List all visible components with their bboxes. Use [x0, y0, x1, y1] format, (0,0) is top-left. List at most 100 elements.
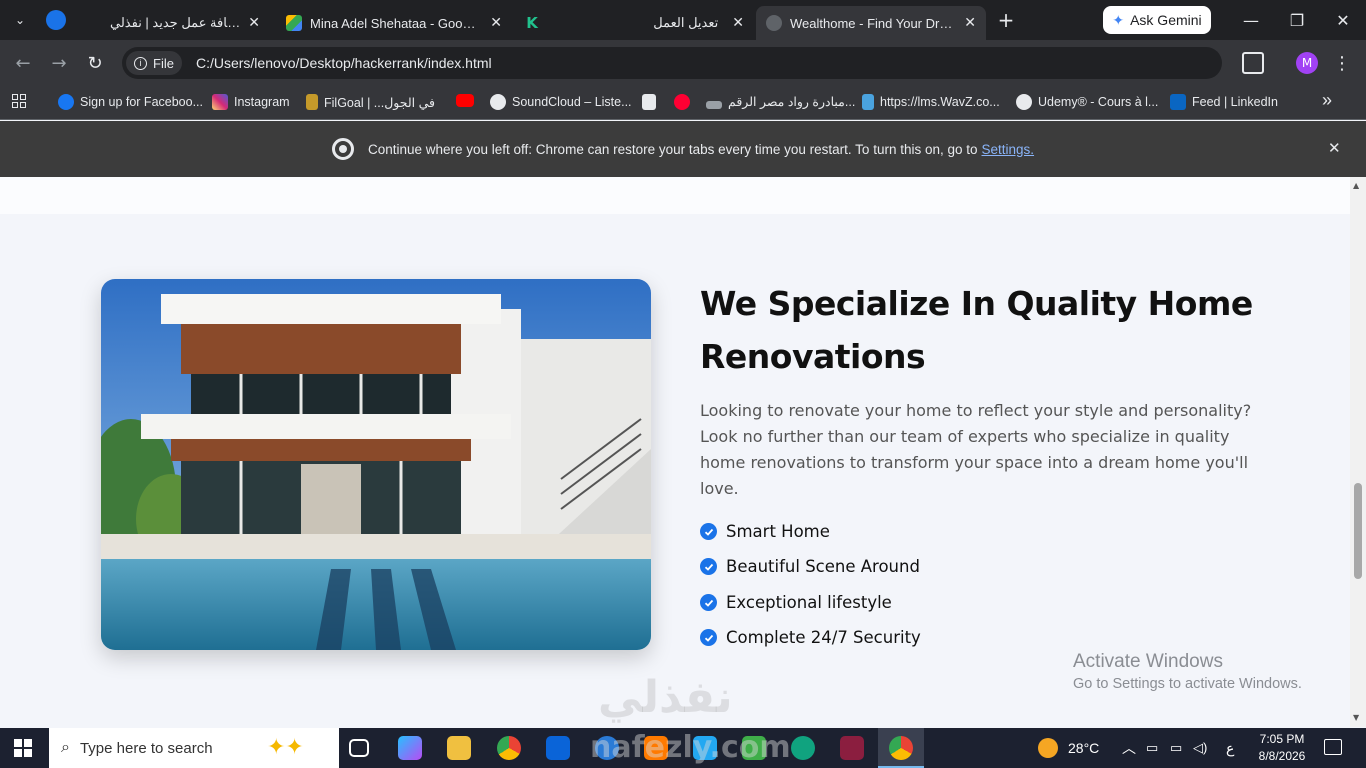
bookmark-linkedin[interactable]: Feed | LinkedIn — [1170, 94, 1278, 110]
lms-icon — [862, 94, 874, 110]
winrar-icon[interactable] — [840, 736, 864, 760]
sun-weather-icon — [1038, 738, 1058, 758]
tab-close-icon[interactable]: ✕ — [732, 15, 744, 31]
settings-link[interactable]: Settings. — [982, 142, 1035, 157]
bookmark-label: SoundCloud – Liste... — [512, 95, 632, 109]
tab-close-icon[interactable]: ✕ — [490, 15, 502, 31]
forward-arrow-icon[interactable]: → — [46, 50, 72, 76]
tab-title: تعديل العمل — [653, 15, 719, 30]
pinned-tab-icon[interactable] — [46, 10, 66, 30]
weather-temp: 28°C — [1068, 740, 1100, 756]
tab-edit-work[interactable]: K تعديل العمل ✕ — [514, 6, 754, 40]
tab-close-icon[interactable]: ✕ — [964, 15, 976, 31]
taskbar-search-box[interactable]: ⌕ Type here to search ✦✦ — [49, 728, 339, 768]
reload-icon[interactable]: ↻ — [82, 50, 108, 76]
scroll-up-arrow-icon[interactable]: ▲ — [1353, 181, 1359, 190]
outlook-icon[interactable] — [546, 736, 570, 760]
tab-title: Mina Adel Shehataa - Google D — [310, 15, 483, 31]
check-circle-icon — [700, 523, 717, 540]
address-bar[interactable]: i File C:/Users/lenovo/Desktop/hackerran… — [122, 47, 1222, 79]
menu-kebab-icon[interactable]: ⋮ — [1332, 50, 1352, 76]
weather-widget[interactable]: 28°C — [1038, 728, 1099, 768]
bookmark-label: مبادرة رواد مصر الرقم... — [728, 95, 856, 109]
tab-close-icon[interactable]: ✕ — [248, 15, 260, 31]
file-explorer-icon[interactable] — [447, 736, 471, 760]
chrome-icon — [331, 138, 354, 160]
feature-item: Smart Home — [700, 522, 830, 541]
globe-icon — [1016, 94, 1032, 110]
tab-strip: ⌄ إضافة عمل جديد | نفذلي ✕ Mina Adel She… — [0, 0, 1366, 40]
bookmark-label: Sign up for Faceboo... — [80, 95, 203, 109]
document-icon — [642, 94, 656, 110]
bookmark-youtube[interactable] — [456, 94, 480, 107]
chatgpt-icon[interactable] — [791, 736, 815, 760]
tab-title: Wealthome - Find Your Dream H — [790, 15, 956, 31]
input-language[interactable]: ع — [1226, 728, 1234, 768]
tab-search-chevron-icon[interactable]: ⌄ — [10, 10, 30, 30]
previous-section-edge — [0, 177, 1350, 214]
new-tab-button[interactable]: + — [994, 8, 1018, 32]
extensions-icon[interactable] — [1242, 52, 1264, 74]
linkedin-icon — [1170, 94, 1186, 110]
bookmarks-bar: Sign up for Faceboo... Instagram FilGoal… — [0, 86, 1366, 120]
bookmark-video[interactable] — [674, 94, 696, 110]
ask-gemini-label: Ask Gemini — [1130, 12, 1202, 28]
copilot-sparkle-icon: ✦✦ — [267, 734, 304, 759]
speaker-icon[interactable]: ◁) — [1193, 728, 1207, 768]
house-illustration — [101, 279, 651, 650]
taskbar-clock[interactable]: 7:05 PM 8/8/2026 — [1252, 731, 1312, 765]
url-text[interactable]: C:/Users/lenovo/Desktop/hackerrank/index… — [196, 55, 492, 71]
check-circle-icon — [700, 558, 717, 575]
bookmark-rowad-misr[interactable]: مبادرة رواد مصر الرقم... — [706, 94, 855, 109]
back-arrow-icon[interactable]: ← — [10, 50, 36, 76]
site-info-chip[interactable]: i File — [126, 51, 182, 75]
gemini-sparkle-icon: ✦ — [1112, 11, 1125, 28]
bookmark-document[interactable] — [642, 94, 662, 110]
close-window-button[interactable]: ✕ — [1320, 0, 1366, 40]
video-icon — [674, 94, 690, 110]
file-chip-label: File — [153, 55, 174, 71]
google-drive-icon — [286, 15, 302, 31]
copilot-icon[interactable] — [398, 736, 422, 760]
bookmark-lms-wavz[interactable]: https://lms.WavZ.co... — [862, 94, 1000, 110]
page-scrollbar[interactable]: ▲ ▼ — [1350, 177, 1366, 727]
windows-start-icon[interactable] — [14, 739, 32, 757]
chrome-taskbar-icon[interactable] — [497, 736, 521, 760]
bookmark-label: FilGoal | ...في الجول — [324, 95, 435, 110]
bookmark-label: Udemy® - Cours à l... — [1038, 95, 1159, 109]
bookmark-facebook[interactable]: Sign up for Faceboo... — [58, 94, 203, 110]
bookmark-soundcloud[interactable]: SoundCloud – Liste... — [490, 94, 632, 110]
facebook-icon — [58, 94, 74, 110]
scroll-down-arrow-icon[interactable]: ▼ — [1353, 713, 1359, 722]
infobar-close-icon[interactable]: ✕ — [1328, 139, 1341, 157]
globe-icon — [490, 94, 506, 110]
clock-date: 8/8/2026 — [1258, 749, 1306, 763]
active-chrome-taskbar-button[interactable] — [878, 728, 924, 768]
modern-house-pool-photo — [101, 279, 651, 650]
restore-button[interactable]: ❐ — [1274, 0, 1320, 40]
battery-icon[interactable]: ▭ — [1170, 728, 1182, 768]
profile-avatar[interactable]: M — [1296, 52, 1318, 74]
task-view-icon[interactable] — [349, 739, 369, 757]
tab-google-drive[interactable]: Mina Adel Shehataa - Google D ✕ — [276, 6, 512, 40]
tab-title: إضافة عمل جديد | نفذلي — [110, 15, 241, 30]
tab-wealthome[interactable]: Wealthome - Find Your Dream H ✕ — [756, 6, 986, 40]
bookmarks-overflow-chevron[interactable]: » — [1322, 90, 1332, 111]
section-heading: We Specialize In Quality Home Renovation… — [700, 284, 1253, 376]
section-description: Looking to renovate your home to reflect… — [700, 401, 1252, 498]
tab-add-work[interactable]: إضافة عمل جديد | نفذلي ✕ — [100, 6, 270, 40]
scrollbar-thumb[interactable] — [1354, 483, 1362, 579]
notifications-icon[interactable] — [1324, 739, 1342, 755]
bookmark-udemy[interactable]: Udemy® - Cours à l... — [1016, 94, 1158, 110]
apps-grid-icon[interactable] — [12, 94, 26, 108]
feature-label: Exceptional lifestyle — [726, 593, 892, 612]
minimize-button[interactable]: — — [1228, 0, 1274, 40]
bookmark-label: Feed | LinkedIn — [1192, 95, 1278, 109]
tray-chevron-up-icon[interactable]: ︿ — [1122, 728, 1136, 768]
chrome-profile-taskbar-icon — [889, 736, 913, 760]
ask-gemini-button[interactable]: ✦ Ask Gemini — [1103, 6, 1211, 34]
network-icon[interactable]: ▭ — [1146, 728, 1158, 768]
bookmark-filgoal[interactable]: FilGoal | ...في الجول — [306, 94, 435, 110]
k-app-icon: K — [526, 14, 538, 32]
bookmark-instagram[interactable]: Instagram — [212, 94, 290, 110]
